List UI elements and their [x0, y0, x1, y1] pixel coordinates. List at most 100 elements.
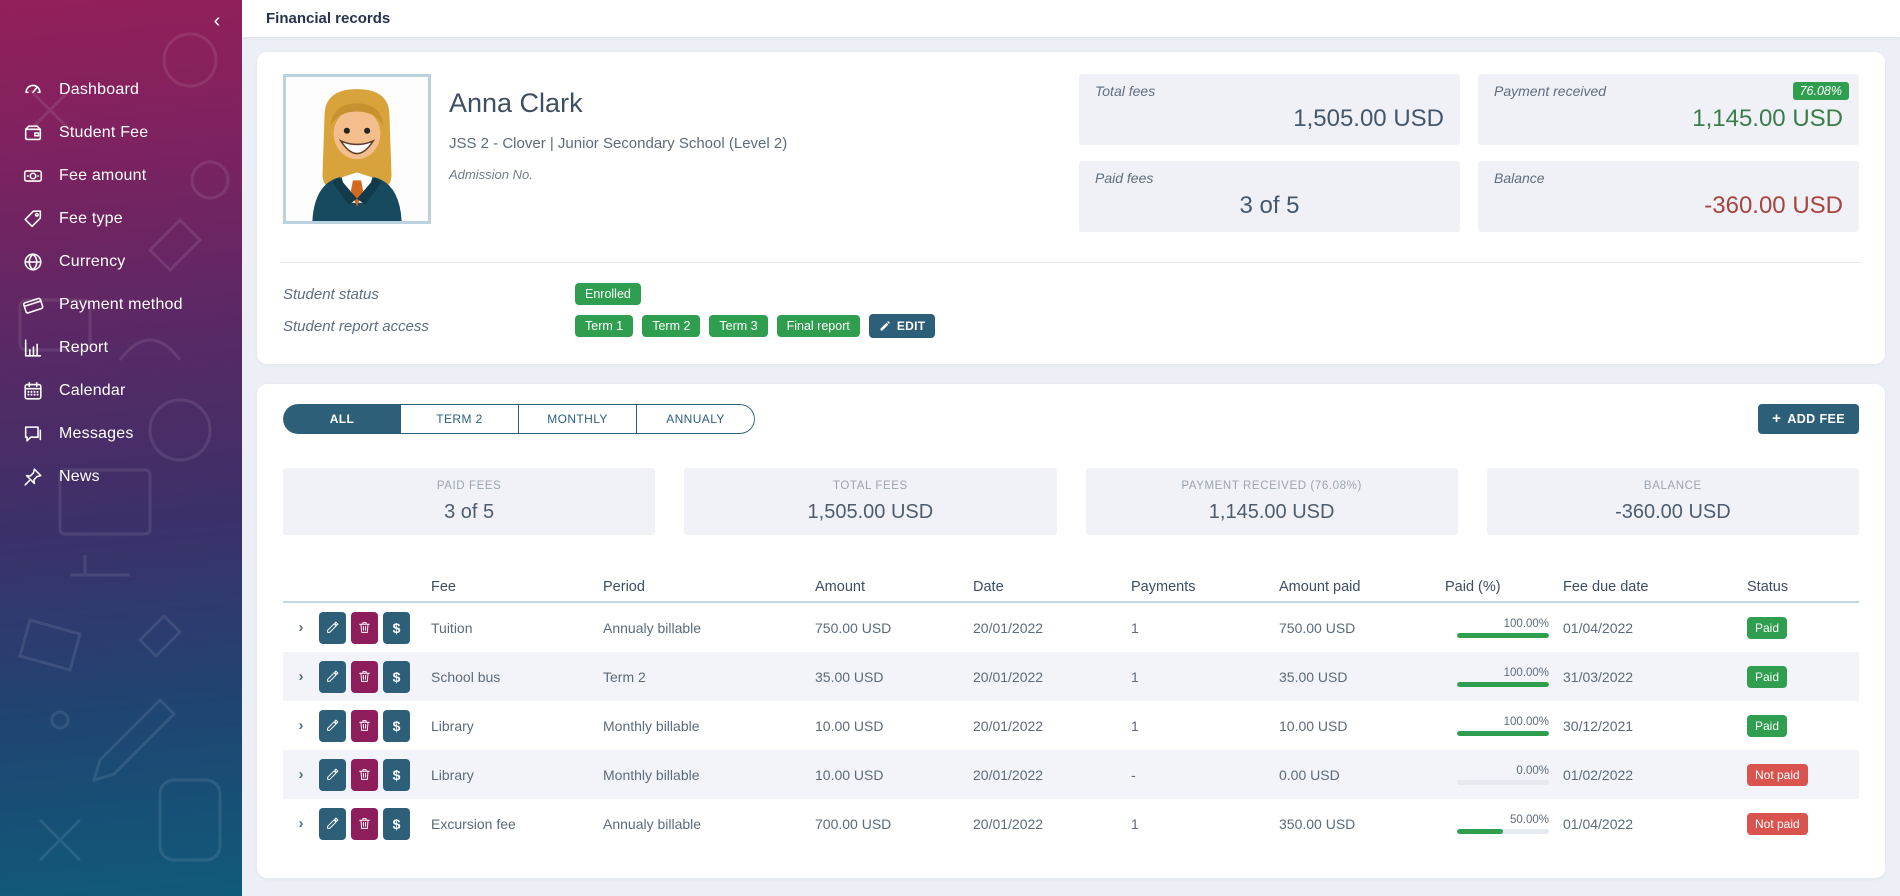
tab-annualy[interactable]: ANNUALY: [637, 404, 755, 434]
sidebar-item-payment-method[interactable]: Payment method: [0, 283, 242, 326]
chevron-left-icon: ‹: [214, 10, 221, 33]
summary-card-1: TOTAL FEES1,505.00 USD: [684, 468, 1056, 535]
row-edit-button[interactable]: [319, 710, 346, 742]
cell-paid-percent: 100.00%: [1445, 618, 1563, 638]
pushpin-icon: [22, 466, 44, 488]
table-row: › $ School bus Term 2 35.00 USD 20/01/20…: [283, 652, 1859, 701]
trash-icon: [358, 621, 371, 634]
globe-icon: [22, 251, 44, 273]
cell-paid-percent: 100.00%: [1445, 716, 1563, 736]
add-fee-button[interactable]: + ADD FEE: [1758, 404, 1859, 434]
student-name: Anna Clark: [449, 88, 787, 119]
sidebar-item-report[interactable]: Report: [0, 326, 242, 369]
paid-progress-bar: [1457, 780, 1549, 785]
row-edit-button[interactable]: [319, 808, 346, 840]
cell-payments: 1: [1131, 816, 1279, 832]
status-pill: Not paid: [1747, 813, 1808, 835]
sidebar-item-dashboard[interactable]: Dashboard: [0, 68, 242, 111]
tab-all[interactable]: ALL: [283, 404, 401, 434]
row-delete-button[interactable]: [351, 661, 378, 693]
row-expand-chevron[interactable]: ›: [283, 766, 319, 783]
row-edit-button[interactable]: [319, 759, 346, 791]
card-divider: [281, 262, 1861, 263]
trash-icon: [358, 817, 371, 830]
payment-percent-badge: 76.08%: [1793, 82, 1849, 100]
cell-fee: Library: [431, 718, 603, 734]
status-pill: Paid: [1747, 617, 1787, 639]
cell-fee-due-date: 01/04/2022: [1563, 816, 1747, 832]
cell-fee-due-date: 31/03/2022: [1563, 669, 1747, 685]
status-badge: Enrolled: [575, 283, 641, 305]
app-root: ‹ DashboardStudent FeeFee amountFee type…: [0, 0, 1900, 896]
sidebar-item-news[interactable]: News: [0, 455, 242, 498]
cell-status: Not paid: [1747, 813, 1859, 835]
trash-icon: [358, 670, 371, 683]
edit-report-access-button[interactable]: EDIT: [869, 314, 936, 338]
cell-amount: 10.00 USD: [815, 767, 973, 783]
row-payment-button[interactable]: $: [383, 612, 410, 644]
cell-amount-paid: 750.00 USD: [1279, 620, 1445, 636]
cell-fee: Excursion fee: [431, 816, 603, 832]
table-row: › $ Tuition Annualy billable 750.00 USD …: [283, 603, 1859, 652]
pencil-icon: [326, 817, 339, 830]
row-payment-button[interactable]: $: [383, 661, 410, 693]
student-avatar: [283, 74, 431, 224]
row-payment-button[interactable]: $: [383, 808, 410, 840]
dollar-icon: $: [393, 816, 401, 832]
report-badge-term-1: Term 1: [575, 315, 633, 337]
row-delete-button[interactable]: [351, 710, 378, 742]
row-expand-chevron[interactable]: ›: [283, 619, 319, 636]
row-edit-button[interactable]: [319, 612, 346, 644]
cell-payments: -: [1131, 767, 1279, 783]
paid-progress-bar: [1457, 731, 1549, 736]
fees-panel: ALLTERM 2MONTHLYANNUALY + ADD FEE PAID F…: [257, 384, 1885, 878]
cell-fee-due-date: 01/04/2022: [1563, 620, 1747, 636]
cell-period: Annualy billable: [603, 816, 815, 832]
row-delete-button[interactable]: [351, 612, 378, 644]
row-expand-chevron[interactable]: ›: [283, 815, 319, 832]
tab-term-2[interactable]: TERM 2: [401, 404, 519, 434]
stat-payment-received: Payment received 76.08% 1,145.00 USD: [1478, 74, 1859, 145]
sidebar-item-calendar[interactable]: Calendar: [0, 369, 242, 412]
page-header: Financial records: [242, 0, 1900, 37]
stat-payment-received-value: 1,145.00 USD: [1494, 105, 1843, 133]
sidebar: ‹ DashboardStudent FeeFee amountFee type…: [0, 0, 242, 896]
row-expand-chevron[interactable]: ›: [283, 668, 319, 685]
cell-date: 20/01/2022: [973, 816, 1131, 832]
sidebar-collapse-button[interactable]: ‹: [204, 8, 230, 34]
table-row: › $ Excursion fee Annualy billable 700.0…: [283, 799, 1859, 848]
sidebar-item-messages[interactable]: Messages: [0, 412, 242, 455]
status-pill: Paid: [1747, 715, 1787, 737]
cell-fee: Tuition: [431, 620, 603, 636]
cell-amount-paid: 350.00 USD: [1279, 816, 1445, 832]
stat-total-fees: Total fees 1,505.00 USD: [1079, 74, 1460, 145]
cell-paid-percent: 50.00%: [1445, 814, 1563, 834]
fee-table: Fee Period Amount Date Payments Amount p…: [283, 573, 1859, 848]
cell-date: 20/01/2022: [973, 767, 1131, 783]
tab-monthly[interactable]: MONTHLY: [519, 404, 637, 434]
student-class-info: JSS 2 - Clover | Junior Secondary School…: [449, 135, 787, 152]
credit-card-icon: [22, 294, 44, 316]
sidebar-item-fee-amount[interactable]: Fee amount: [0, 154, 242, 197]
wallet-icon: [22, 122, 44, 144]
cash-icon: [22, 165, 44, 187]
cell-period: Monthly billable: [603, 767, 815, 783]
row-expand-chevron[interactable]: ›: [283, 717, 319, 734]
row-delete-button[interactable]: [351, 808, 378, 840]
row-delete-button[interactable]: [351, 759, 378, 791]
cell-date: 20/01/2022: [973, 718, 1131, 734]
row-payment-button[interactable]: $: [383, 759, 410, 791]
report-access-badges: Term 1Term 2Term 3Final report: [575, 315, 869, 337]
cell-period: Term 2: [603, 669, 815, 685]
row-edit-button[interactable]: [319, 661, 346, 693]
sidebar-item-fee-type[interactable]: Fee type: [0, 197, 242, 240]
row-payment-button[interactable]: $: [383, 710, 410, 742]
table-row: › $ Library Monthly billable 10.00 USD 2…: [283, 750, 1859, 799]
student-status-label: Student status: [283, 286, 575, 303]
pencil-icon: [326, 670, 339, 683]
cell-date: 20/01/2022: [973, 620, 1131, 636]
report-badge-final-report: Final report: [777, 315, 860, 337]
sidebar-item-student-fee[interactable]: Student Fee: [0, 111, 242, 154]
sidebar-item-currency[interactable]: Currency: [0, 240, 242, 283]
fee-summary-cards: PAID FEES3 of 5TOTAL FEES1,505.00 USDPAY…: [283, 468, 1859, 535]
